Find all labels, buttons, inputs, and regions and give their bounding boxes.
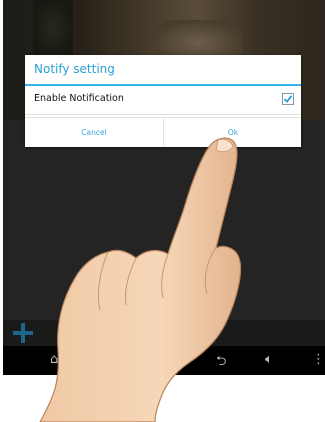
dialog-title: Notify setting [34, 62, 115, 76]
cancel-button[interactable]: Cancel [25, 118, 163, 147]
enable-notification-label: Enable Notification [34, 93, 124, 104]
row-divider [25, 114, 301, 115]
checkmark-icon [283, 95, 293, 103]
volume-icon[interactable]: 🔈︎ [265, 352, 273, 367]
dialog-buttons: Cancel Ok [25, 117, 301, 147]
back-icon[interactable]: ⮌ [216, 352, 226, 374]
home-icon[interactable]: ⌂ [50, 352, 58, 367]
system-navbar: ⌂ ⮌ 🔈︎ ⋮ [3, 346, 325, 375]
ok-button[interactable]: Ok [163, 118, 302, 147]
notify-setting-dialog: Notify setting Enable Notification Cance… [25, 55, 301, 147]
title-divider [25, 84, 301, 86]
overflow-menu-icon[interactable]: ⋮ [312, 352, 325, 367]
enable-notification-checkbox[interactable] [282, 93, 294, 105]
